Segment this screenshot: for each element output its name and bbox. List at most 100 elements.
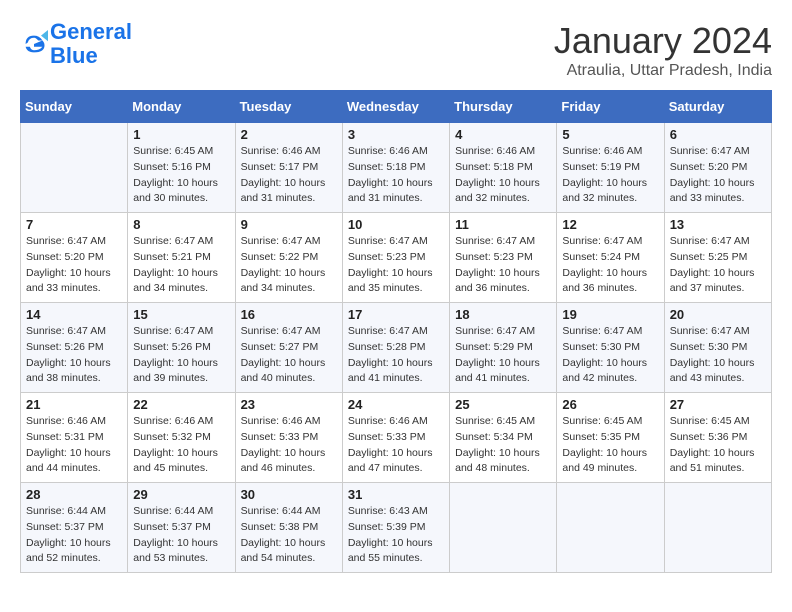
day-info: Sunrise: 6:47 AM Sunset: 5:23 PM Dayligh… — [455, 234, 551, 297]
day-number: 9 — [241, 217, 337, 232]
calendar-cell: 26 Sunrise: 6:45 AM Sunset: 5:35 PM Dayli… — [557, 393, 664, 483]
calendar-cell: 29 Sunrise: 6:44 AM Sunset: 5:37 PM Dayli… — [128, 483, 235, 573]
day-number: 22 — [133, 397, 229, 412]
day-info: Sunrise: 6:46 AM Sunset: 5:33 PM Dayligh… — [348, 414, 444, 477]
day-number: 21 — [26, 397, 122, 412]
day-info: Sunrise: 6:47 AM Sunset: 5:29 PM Dayligh… — [455, 324, 551, 387]
calendar-cell: 13 Sunrise: 6:47 AM Sunset: 5:25 PM Dayli… — [664, 213, 771, 303]
day-number: 29 — [133, 487, 229, 502]
day-number: 18 — [455, 307, 551, 322]
day-info: Sunrise: 6:43 AM Sunset: 5:39 PM Dayligh… — [348, 504, 444, 567]
day-info: Sunrise: 6:46 AM Sunset: 5:17 PM Dayligh… — [241, 144, 337, 207]
calendar-table: SundayMondayTuesdayWednesdayThursdayFrid… — [20, 90, 772, 573]
calendar-week-4: 21Sunrise: 6:46 AM Sunset: 5:31 PM Dayli… — [21, 393, 772, 483]
day-number: 25 — [455, 397, 551, 412]
calendar-cell: 17 Sunrise: 6:47 AM Sunset: 5:28 PM Dayli… — [342, 303, 449, 393]
calendar-week-1: 1 Sunrise: 6:45 AM Sunset: 5:16 PM Daylig… — [21, 123, 772, 213]
day-number: 3 — [348, 127, 444, 142]
calendar-cell: 16 Sunrise: 6:47 AM Sunset: 5:27 PM Dayli… — [235, 303, 342, 393]
calendar-cell: 30 Sunrise: 6:44 AM Sunset: 5:38 PM Dayli… — [235, 483, 342, 573]
day-number: 30 — [241, 487, 337, 502]
day-number: 27 — [670, 397, 766, 412]
calendar-cell: 8Sunrise: 6:47 AM Sunset: 5:21 PM Daylig… — [128, 213, 235, 303]
day-number: 6 — [670, 127, 766, 142]
day-info: Sunrise: 6:45 AM Sunset: 5:35 PM Dayligh… — [562, 414, 658, 477]
calendar-cell: 15 Sunrise: 6:47 AM Sunset: 5:26 PM Dayli… — [128, 303, 235, 393]
day-number: 15 — [133, 307, 229, 322]
day-number: 31 — [348, 487, 444, 502]
calendar-cell: 25 Sunrise: 6:45 AM Sunset: 5:34 PM Dayli… — [450, 393, 557, 483]
day-info: Sunrise: 6:46 AM Sunset: 5:18 PM Dayligh… — [348, 144, 444, 207]
calendar-cell: 19Sunrise: 6:47 AM Sunset: 5:30 PM Dayli… — [557, 303, 664, 393]
day-info: Sunrise: 6:45 AM Sunset: 5:36 PM Dayligh… — [670, 414, 766, 477]
day-number: 4 — [455, 127, 551, 142]
day-info: Sunrise: 6:46 AM Sunset: 5:33 PM Dayligh… — [241, 414, 337, 477]
logo: General Blue — [20, 20, 132, 68]
location: Atraulia, Uttar Pradesh, India — [554, 62, 772, 80]
day-number: 11 — [455, 217, 551, 232]
day-info: Sunrise: 6:44 AM Sunset: 5:37 PM Dayligh… — [133, 504, 229, 567]
calendar-cell — [557, 483, 664, 573]
day-number: 1 — [133, 127, 229, 142]
header-tuesday: Tuesday — [235, 91, 342, 123]
day-number: 2 — [241, 127, 337, 142]
header-sunday: Sunday — [21, 91, 128, 123]
calendar-cell: 11 Sunrise: 6:47 AM Sunset: 5:23 PM Dayli… — [450, 213, 557, 303]
calendar-cell: 21Sunrise: 6:46 AM Sunset: 5:31 PM Dayli… — [21, 393, 128, 483]
day-info: Sunrise: 6:46 AM Sunset: 5:32 PM Dayligh… — [133, 414, 229, 477]
logo-icon — [20, 30, 48, 58]
day-info: Sunrise: 6:47 AM Sunset: 5:27 PM Dayligh… — [241, 324, 337, 387]
calendar-cell: 23 Sunrise: 6:46 AM Sunset: 5:33 PM Dayli… — [235, 393, 342, 483]
calendar-cell: 1 Sunrise: 6:45 AM Sunset: 5:16 PM Daylig… — [128, 123, 235, 213]
calendar-cell: 12Sunrise: 6:47 AM Sunset: 5:24 PM Dayli… — [557, 213, 664, 303]
calendar-cell: 5 Sunrise: 6:46 AM Sunset: 5:19 PM Daylig… — [557, 123, 664, 213]
day-number: 5 — [562, 127, 658, 142]
calendar-cell: 6 Sunrise: 6:47 AM Sunset: 5:20 PM Daylig… — [664, 123, 771, 213]
day-number: 24 — [348, 397, 444, 412]
calendar-week-2: 7Sunrise: 6:47 AM Sunset: 5:20 PM Daylig… — [21, 213, 772, 303]
page-header: General Blue January 2024 Atraulia, Utta… — [20, 20, 772, 80]
day-number: 14 — [26, 307, 122, 322]
calendar-cell: 7Sunrise: 6:47 AM Sunset: 5:20 PM Daylig… — [21, 213, 128, 303]
day-info: Sunrise: 6:47 AM Sunset: 5:28 PM Dayligh… — [348, 324, 444, 387]
day-info: Sunrise: 6:45 AM Sunset: 5:34 PM Dayligh… — [455, 414, 551, 477]
logo-blue: Blue — [50, 43, 98, 68]
day-number: 8 — [133, 217, 229, 232]
calendar-cell: 31 Sunrise: 6:43 AM Sunset: 5:39 PM Dayli… — [342, 483, 449, 573]
calendar-cell: 10 Sunrise: 6:47 AM Sunset: 5:23 PM Dayli… — [342, 213, 449, 303]
month-title: January 2024 — [554, 20, 772, 62]
day-info: Sunrise: 6:47 AM Sunset: 5:23 PM Dayligh… — [348, 234, 444, 297]
calendar-cell — [21, 123, 128, 213]
day-info: Sunrise: 6:45 AM Sunset: 5:16 PM Dayligh… — [133, 144, 229, 207]
calendar-cell — [450, 483, 557, 573]
day-info: Sunrise: 6:47 AM Sunset: 5:25 PM Dayligh… — [670, 234, 766, 297]
calendar-cell: 9 Sunrise: 6:47 AM Sunset: 5:22 PM Daylig… — [235, 213, 342, 303]
calendar-cell: 2 Sunrise: 6:46 AM Sunset: 5:17 PM Daylig… — [235, 123, 342, 213]
day-info: Sunrise: 6:47 AM Sunset: 5:30 PM Dayligh… — [562, 324, 658, 387]
day-number: 20 — [670, 307, 766, 322]
logo-general: General — [50, 19, 132, 44]
header-thursday: Thursday — [450, 91, 557, 123]
day-info: Sunrise: 6:44 AM Sunset: 5:38 PM Dayligh… — [241, 504, 337, 567]
calendar-cell: 18 Sunrise: 6:47 AM Sunset: 5:29 PM Dayli… — [450, 303, 557, 393]
calendar-cell: 28Sunrise: 6:44 AM Sunset: 5:37 PM Dayli… — [21, 483, 128, 573]
calendar-cell: 3 Sunrise: 6:46 AM Sunset: 5:18 PM Daylig… — [342, 123, 449, 213]
calendar-cell: 24 Sunrise: 6:46 AM Sunset: 5:33 PM Dayli… — [342, 393, 449, 483]
day-info: Sunrise: 6:47 AM Sunset: 5:20 PM Dayligh… — [26, 234, 122, 297]
day-number: 23 — [241, 397, 337, 412]
calendar-week-5: 28Sunrise: 6:44 AM Sunset: 5:37 PM Dayli… — [21, 483, 772, 573]
day-number: 16 — [241, 307, 337, 322]
day-number: 26 — [562, 397, 658, 412]
calendar-cell: 27 Sunrise: 6:45 AM Sunset: 5:36 PM Dayli… — [664, 393, 771, 483]
day-number: 10 — [348, 217, 444, 232]
day-info: Sunrise: 6:44 AM Sunset: 5:37 PM Dayligh… — [26, 504, 122, 567]
calendar-cell: 20Sunrise: 6:47 AM Sunset: 5:30 PM Dayli… — [664, 303, 771, 393]
day-info: Sunrise: 6:47 AM Sunset: 5:20 PM Dayligh… — [670, 144, 766, 207]
day-info: Sunrise: 6:46 AM Sunset: 5:19 PM Dayligh… — [562, 144, 658, 207]
day-info: Sunrise: 6:47 AM Sunset: 5:26 PM Dayligh… — [26, 324, 122, 387]
header-monday: Monday — [128, 91, 235, 123]
day-number: 17 — [348, 307, 444, 322]
day-number: 13 — [670, 217, 766, 232]
day-info: Sunrise: 6:47 AM Sunset: 5:22 PM Dayligh… — [241, 234, 337, 297]
day-info: Sunrise: 6:47 AM Sunset: 5:26 PM Dayligh… — [133, 324, 229, 387]
